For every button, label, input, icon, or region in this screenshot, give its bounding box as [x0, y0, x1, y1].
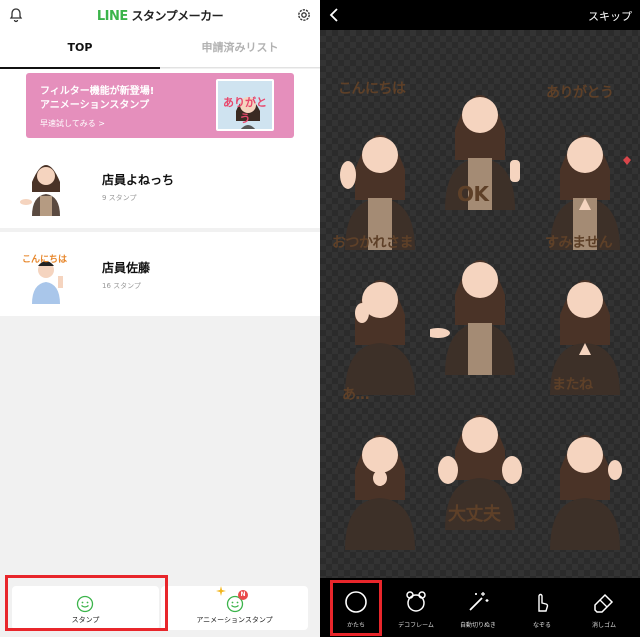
sticker-set-name: 店員よねっち: [102, 173, 175, 187]
tool-auto-cutout[interactable]: 自動切りぬき: [448, 578, 508, 637]
banner-area: フィルター機能が新登場! アニメーションスタンプ 早速試してみる > ありがとう: [0, 69, 320, 144]
highlight-box-stamp-button: [5, 575, 168, 631]
sticker-caption: こんにちは: [338, 81, 406, 97]
sticker-canvas[interactable]: こんにちは OK ありがとう おつかれさま すみません あ… 大丈夫 またね: [320, 30, 640, 578]
sticker-caption: またね: [552, 377, 593, 393]
editor-header: スキップ: [320, 0, 640, 30]
sticker-caption: ありがとう: [546, 85, 614, 101]
tool-label: 自動切りぬき: [460, 622, 496, 629]
app-title-brand: LINE: [96, 9, 128, 24]
tool-trace[interactable]: なぞる: [512, 578, 572, 637]
sticker-caption: OK: [457, 182, 489, 206]
banner-thumbnail: ありがとう: [216, 79, 274, 131]
magic-wand-icon: [469, 592, 489, 611]
sticker-illustration: [535, 245, 635, 395]
tool-label: なぞる: [532, 622, 551, 629]
tool-deco-frame[interactable]: デコフレーム: [386, 578, 446, 637]
banner-thumb-text: ありがとう: [223, 96, 267, 125]
carousel-dots: [172, 134, 202, 138]
tab-top[interactable]: TOP: [0, 30, 160, 69]
top-bar: LINE スタンプメーカー: [0, 0, 320, 30]
banner-cta[interactable]: 早速試してみる >: [40, 118, 105, 129]
sticker-illustration: [330, 100, 430, 250]
tool-label: デコフレーム: [398, 622, 434, 629]
gear-icon[interactable]: [296, 7, 312, 23]
highlight-box-shape-tool: [330, 580, 382, 636]
sticker-illustration: [535, 100, 635, 250]
banner-subheadline: アニメーションスタンプ: [40, 100, 150, 111]
sticker-illustration: [330, 245, 430, 395]
app-title-rest: スタンプメーカー: [131, 9, 224, 23]
tool-eraser[interactable]: 消しゴム: [574, 578, 634, 637]
sticker-set-count: 16 スタンプ: [102, 282, 141, 290]
sticker-maker-home: LINE スタンプメーカー TOP 申請済みリスト フィルター機能が新登場! ア…: [0, 0, 320, 637]
sticker-set-name: 店員佐藤: [102, 261, 151, 275]
sticker-caption: 大丈夫: [448, 504, 501, 525]
sticker-illustration: [535, 400, 635, 550]
tab-submitted-list[interactable]: 申請済みリスト: [160, 30, 320, 68]
finger-icon: [538, 593, 549, 612]
app-title: LINE スタンプメーカー: [0, 7, 320, 24]
sticker-illustration: [330, 400, 430, 550]
sticker-set-item[interactable]: 店員佐藤 16 スタンプ こんにちは: [0, 232, 320, 316]
sparkle-icon: [216, 586, 226, 596]
tool-label: 消しゴム: [591, 622, 616, 629]
sticker-set-thumbnail: [20, 165, 60, 216]
sticker-caption: こんにちは: [22, 255, 68, 265]
sticker-set-item[interactable]: 店員よねっち 9 スタンプ: [0, 144, 320, 228]
create-animation-stamp-label: アニメーションスタンプ: [196, 616, 273, 624]
new-badge: N: [238, 590, 248, 600]
sticker-set-count: 9 スタンプ: [102, 194, 137, 202]
back-arrow-icon[interactable]: [328, 6, 340, 24]
eraser-icon: [594, 593, 614, 613]
skip-button[interactable]: スキップ: [588, 8, 632, 24]
create-animation-stamp-button[interactable]: N アニメーションスタンプ: [161, 586, 308, 630]
sticker-illustration: [426, 225, 530, 375]
bear-frame-icon: [406, 591, 426, 612]
sticker-editor: スキップ こんにちは OK ありがとう おつかれさま すみません あ… 大丈夫 …: [320, 0, 640, 637]
tab-bar: TOP 申請済みリスト: [0, 30, 320, 69]
promo-banner[interactable]: フィルター機能が新登場! アニメーションスタンプ 早速試してみる > ありがとう: [26, 73, 294, 138]
banner-headline: フィルター機能が新登場!: [40, 86, 155, 97]
